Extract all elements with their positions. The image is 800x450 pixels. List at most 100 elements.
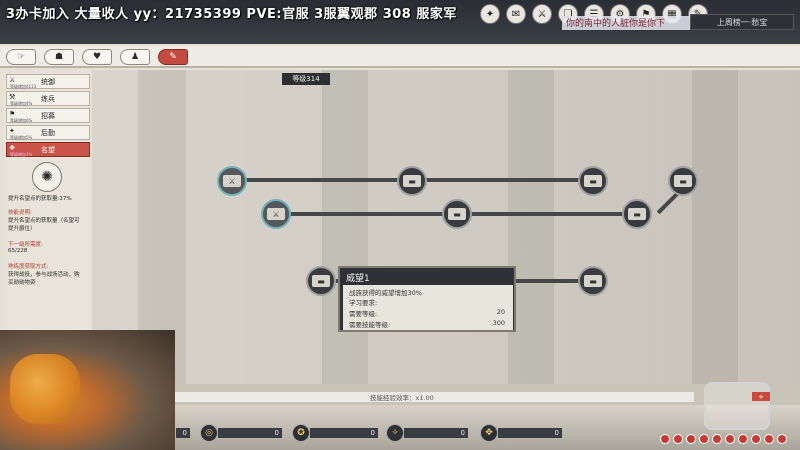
menu-icon-1[interactable]: ✦ (480, 4, 500, 24)
chest-icon: ▬ (628, 208, 646, 220)
tree-column (692, 70, 738, 384)
chest-icon: ▬ (312, 275, 330, 287)
prestige-icon: ❖ (9, 144, 16, 152)
bonus-widget (704, 382, 770, 430)
skill-desc-line: 提升名望点的获取量（名望可 (8, 218, 80, 224)
notification-dot[interactable] (764, 434, 774, 444)
sidebar-item-label: 名望 (41, 146, 55, 154)
resource-slot[interactable]: ✥ 0 (480, 423, 562, 443)
notification-dot[interactable] (673, 434, 683, 444)
emblem-icon: ✪ (292, 424, 310, 442)
sword-icon: ⚔ (267, 208, 285, 220)
spark-icon: ✧ (386, 424, 404, 442)
slot-value: 0 (218, 428, 282, 438)
notification-dot[interactable] (699, 434, 709, 444)
sidebar-item-training[interactable]: ⚒ 等级增加4% 练兵 (6, 91, 90, 106)
notification-dot[interactable] (738, 434, 748, 444)
sidebar-item-sub: 等级增加6% (10, 118, 33, 123)
sidebar-item-label: 后勤 (41, 129, 55, 137)
skill-detail: ✺ 提升名望点的获取量:17% 技能说明: 提升名望点的获取量（名望可 提升爵位… (4, 158, 90, 298)
category-tab-bar: ☞ ☗ ♥ ♟ ✎ (0, 46, 800, 68)
sidebar-item-label: 招募 (41, 112, 55, 120)
slot-value: 0 (498, 428, 562, 438)
notification-dots (660, 434, 787, 444)
recruit-icon: ⚑ (9, 110, 16, 118)
chest-icon: ▬ (584, 275, 602, 287)
tab-battle[interactable]: ✎ (158, 49, 188, 65)
sidebar-item-logistics[interactable]: ✦ 等级增加5% 后勤 (6, 125, 90, 140)
sidebar-item-command[interactable]: ⚔ 等级增加4113 统御 (6, 74, 90, 89)
sidebar-item-prestige[interactable]: ❖ 等级增加1% 名望 (6, 142, 90, 157)
command-icon: ⚔ (9, 76, 16, 84)
tree-column (508, 70, 554, 384)
how-to-gain-line: 获得战役，参与战场活动，购 (8, 272, 80, 278)
tooltip-req-skill-value: 300 (492, 319, 505, 327)
skill-node-selected[interactable]: ▬ (306, 266, 336, 296)
sidebar-item-sub: 等级增加4113 (10, 84, 37, 89)
stream-banner: 3办卡加入 大量收人 yy：21735399 PVE:官服 3服翼观郡 308 … (6, 7, 457, 22)
bonus-add-button[interactable]: + (752, 392, 770, 401)
logistics-icon: ✦ (9, 127, 15, 135)
coin-icon: ◎ (200, 424, 218, 442)
resource-slot[interactable]: ◎ 0 (200, 423, 282, 443)
webcam-object (10, 354, 80, 424)
skill-node[interactable]: ▬ (578, 266, 608, 296)
skill-tooltip: 威望1 战族获得的威望增加30% 学习要求: 需要等级: 20 需要技能等级: … (338, 266, 516, 332)
notification-dot[interactable] (777, 434, 787, 444)
chest-icon: ▬ (584, 175, 602, 187)
notification-dot[interactable] (660, 434, 670, 444)
sidebar-item-sub: 等级增加5% (10, 135, 33, 140)
next-level-value: 65/228 (8, 248, 28, 254)
tooltip-effect: 战族获得的威望增加30% (349, 289, 422, 297)
how-to-gain-line: 买勋勋物资 (8, 280, 36, 286)
tooltip-req-title: 学习要求: (349, 299, 378, 307)
tooltip-req-skill-label: 需要技能等级: (349, 321, 391, 329)
slot-value: 0 (404, 428, 468, 438)
skill-node[interactable]: ▬ (397, 166, 427, 196)
sidebar-item-recruit[interactable]: ⚑ 等级增加6% 招募 (6, 108, 90, 123)
level-tag: 等级314 (282, 73, 330, 85)
skill-node[interactable]: ⚔ (217, 166, 247, 196)
tooltip-body: 战族获得的威望增加30% 学习要求: 需要等级: 20 需要技能等级: 300 (343, 285, 513, 330)
notification-dot[interactable] (712, 434, 722, 444)
mail-icon[interactable]: ✉ (506, 4, 526, 24)
tooltip-req-level-value: 20 (496, 308, 505, 316)
resource-slot[interactable]: ✪ 0 (292, 423, 378, 443)
skill-node[interactable]: ▬ (578, 166, 608, 196)
battle-icon[interactable]: ⚔ (532, 4, 552, 24)
resource-slot[interactable]: ✧ 0 (386, 423, 468, 443)
how-to-gain-title: 熟练度获取方式: (8, 264, 49, 270)
tree-column (322, 70, 368, 384)
slot-value: 0 (310, 428, 378, 438)
notification-dot[interactable] (725, 434, 735, 444)
notification-dot[interactable] (686, 434, 696, 444)
exp-rate: 技能经验效率：x1.00 (370, 394, 434, 402)
skill-desc-title: 技能说明: (8, 210, 32, 216)
exp-bar (174, 392, 694, 402)
skill-desc-line: 提升爵位） (8, 226, 36, 232)
tooltip-req-level-label: 需要等级: (349, 310, 378, 318)
stream-ticker: 你的南中的人脏你是你下 (562, 16, 690, 30)
chest-icon: ▬ (403, 175, 421, 187)
skill-node[interactable]: ▬ (668, 166, 698, 196)
notification-dot[interactable] (751, 434, 761, 444)
skill-tree (92, 70, 800, 384)
skill-effect: 提升名望点的获取量:17% (8, 196, 72, 202)
tab-units[interactable]: ♟ (120, 49, 150, 65)
skill-node[interactable]: ▬ (442, 199, 472, 229)
sidebar-item-label: 练兵 (41, 95, 55, 103)
chest-icon: ▬ (674, 175, 692, 187)
sidebar-item-label: 统御 (41, 78, 55, 86)
tooltip-title: 威望1 (346, 274, 370, 284)
sidebar-item-sub: 等级增加4% (10, 101, 33, 106)
skill-node[interactable]: ⚔ (261, 199, 291, 229)
unit-icon: ⚔ (223, 175, 241, 187)
tab-skills[interactable]: ☞ (6, 49, 36, 65)
star-icon: ✥ (480, 424, 498, 442)
tab-equipment[interactable]: ☗ (44, 49, 74, 65)
training-icon: ⚒ (9, 93, 16, 101)
prestige-emblem-icon: ✺ (32, 162, 62, 192)
skill-node[interactable]: ▬ (622, 199, 652, 229)
tab-relations[interactable]: ♥ (82, 49, 112, 65)
resource-slot[interactable]: 0 (176, 423, 190, 443)
